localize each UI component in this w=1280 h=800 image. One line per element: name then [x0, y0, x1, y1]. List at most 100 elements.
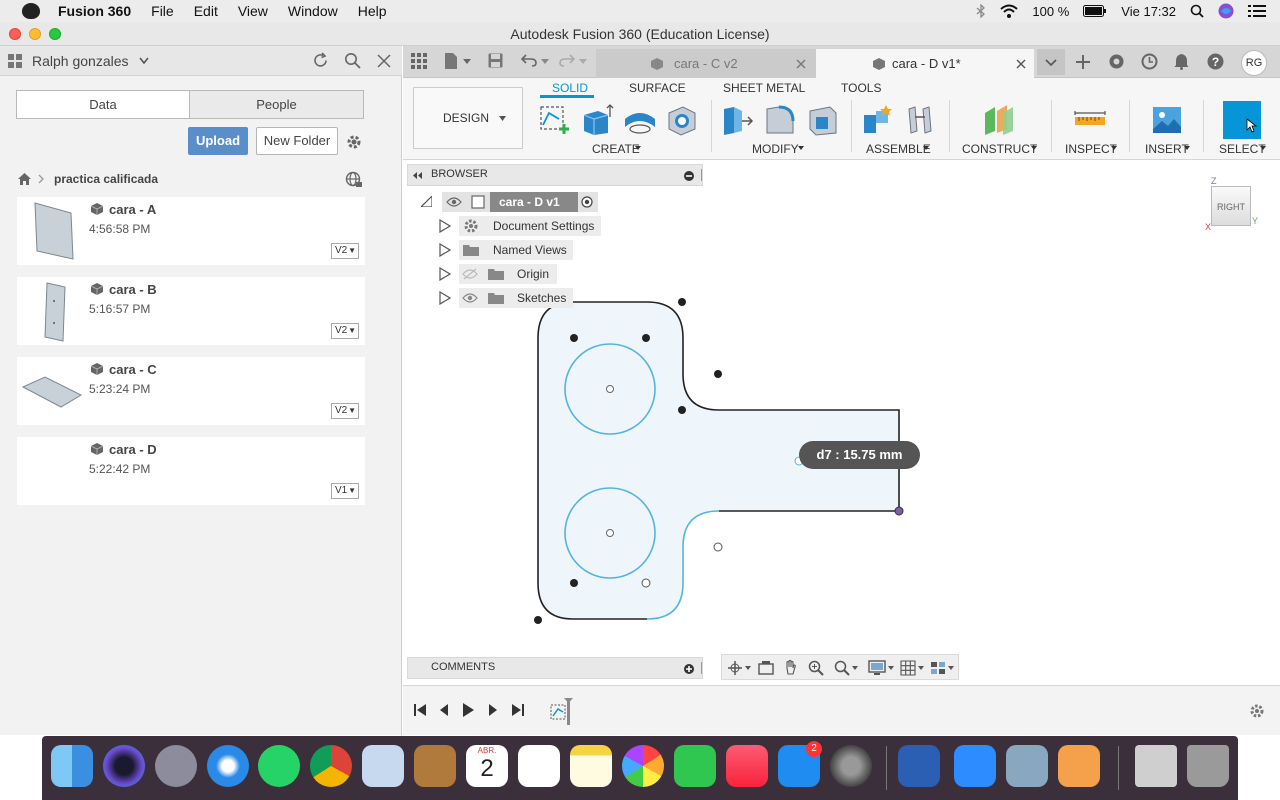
tab-tools[interactable]: TOOLS	[841, 81, 881, 95]
group-select[interactable]: SELECT	[1219, 142, 1266, 156]
chevron-down-icon[interactable]	[635, 146, 641, 150]
new-tab-plus-icon[interactable]	[1075, 54, 1091, 70]
chevron-down-icon[interactable]	[745, 666, 751, 670]
add-comment-icon[interactable]	[684, 664, 694, 674]
reminders-icon[interactable]	[518, 745, 560, 787]
sketch-profile[interactable]	[403, 160, 1280, 685]
chevron-down-icon[interactable]	[888, 666, 894, 670]
siri-icon[interactable]	[1218, 3, 1234, 19]
tab-sheet-metal[interactable]: SHEET METAL	[723, 81, 805, 95]
hole-icon[interactable]	[665, 103, 699, 137]
version-select[interactable]: V2 ▼	[331, 243, 359, 259]
mail-icon[interactable]	[362, 745, 404, 787]
panel-grip[interactable]	[701, 662, 702, 674]
zoom-app-icon[interactable]	[954, 745, 996, 787]
search-icon[interactable]	[344, 52, 361, 69]
close-icon[interactable]	[796, 59, 806, 69]
window-zoom-button[interactable]	[49, 28, 61, 40]
version-select[interactable]: V1 ▼	[331, 483, 359, 499]
revolve-icon[interactable]	[623, 103, 657, 137]
eye-hidden-icon[interactable]	[462, 268, 478, 280]
app-grid-icon[interactable]	[411, 53, 427, 69]
version-select[interactable]: V2 ▼	[331, 403, 359, 419]
browser-root-row[interactable]: cara - D v1	[442, 192, 598, 212]
measure-icon[interactable]	[1073, 103, 1107, 137]
chevron-down-icon[interactable]	[852, 666, 858, 670]
redo-icon[interactable]	[559, 54, 575, 67]
menu-view[interactable]: View	[238, 3, 268, 19]
file-card-cara-a[interactable]: cara - A 4:56:58 PM V2 ▼	[17, 197, 365, 265]
timeline-sketch-feature-icon[interactable]	[549, 698, 575, 726]
insert-image-icon[interactable]	[1150, 103, 1184, 137]
shell-icon[interactable]	[806, 103, 840, 137]
chevron-down-icon[interactable]	[923, 146, 929, 150]
save-icon[interactable]	[488, 53, 503, 68]
file-menu-icon[interactable]	[443, 52, 459, 70]
chevron-down-icon[interactable]	[463, 59, 471, 64]
expand-triangle-icon[interactable]	[439, 242, 452, 258]
menu-window[interactable]: Window	[288, 3, 338, 19]
battery-icon[interactable]	[1083, 5, 1107, 17]
viewports-icon[interactable]	[930, 660, 946, 676]
chevron-down-icon[interactable]	[948, 666, 954, 670]
photos-icon[interactable]	[622, 745, 664, 787]
apple-logo-icon[interactable]	[22, 3, 40, 19]
fillet-icon[interactable]	[763, 103, 797, 137]
press-pull-icon[interactable]	[720, 103, 754, 137]
design-canvas[interactable]: d7 : 15.75 mm BROWSER cara - D v1 Docume…	[403, 160, 1280, 685]
display-settings-icon[interactable]	[868, 660, 886, 676]
fit-zoom-icon[interactable]	[834, 660, 850, 676]
play-icon[interactable]	[461, 702, 475, 718]
new-component-icon[interactable]	[860, 103, 894, 137]
orbit-icon[interactable]	[727, 660, 743, 676]
wifi-icon[interactable]	[1000, 4, 1019, 18]
notes-icon[interactable]	[570, 745, 612, 787]
fusion-360-dock-icon[interactable]	[1058, 745, 1100, 787]
chrome-icon[interactable]	[310, 745, 352, 787]
team-grid-icon[interactable]	[8, 54, 24, 68]
gear-icon[interactable]	[345, 133, 363, 151]
window-close-button[interactable]	[9, 28, 21, 40]
facetime-icon[interactable]	[674, 745, 716, 787]
trash-icon[interactable]	[1187, 745, 1229, 787]
tab-people[interactable]: People	[189, 90, 364, 119]
file-card-cara-c[interactable]: cara - C 5:23:24 PM V2 ▼	[17, 357, 365, 425]
look-at-icon[interactable]	[758, 660, 774, 676]
offset-plane-icon[interactable]	[983, 103, 1017, 137]
skip-to-start-icon[interactable]	[413, 703, 427, 717]
whatsapp-icon[interactable]	[258, 745, 300, 787]
tab-cara-c[interactable]: cara - C v2	[596, 49, 816, 78]
browser-item-named-views[interactable]: Named Views	[459, 240, 573, 260]
refresh-icon[interactable]	[312, 52, 329, 69]
expand-triangle-icon[interactable]	[439, 218, 452, 234]
chevron-down-icon[interactable]	[579, 59, 587, 64]
eye-visibility-icon[interactable]	[446, 196, 462, 208]
notifications-bell-icon[interactable]	[1174, 53, 1189, 70]
job-status-icon[interactable]	[1141, 53, 1158, 70]
group-create[interactable]: CREATE	[592, 142, 640, 156]
menu-help[interactable]: Help	[358, 3, 387, 19]
tab-surface[interactable]: SURFACE	[629, 81, 686, 95]
zoom-icon[interactable]	[808, 660, 824, 676]
upload-button[interactable]: Upload	[188, 127, 248, 155]
calendar-icon[interactable]: ABR. 2	[466, 745, 508, 787]
chevron-down-icon[interactable]	[918, 666, 924, 670]
user-avatar[interactable]: RG	[1241, 50, 1267, 76]
create-sketch-icon[interactable]	[537, 103, 571, 137]
chevron-down-icon[interactable]	[1260, 146, 1266, 150]
timeline-settings-gear-icon[interactable]	[1249, 703, 1265, 719]
expand-origin[interactable]	[439, 266, 452, 282]
file-card-cara-d[interactable]: cara - D 5:22:42 PM V1 ▼	[17, 437, 365, 505]
bluetooth-icon[interactable]	[976, 4, 986, 18]
contacts-icon[interactable]	[414, 745, 456, 787]
extensions-icon[interactable]	[1108, 53, 1125, 70]
workspace-selector[interactable]: DESIGN	[413, 87, 523, 149]
expand-named-views[interactable]	[439, 242, 452, 258]
version-select[interactable]: V2 ▼	[331, 323, 359, 339]
chevron-down-icon[interactable]	[1184, 146, 1190, 150]
chevron-down-icon[interactable]	[798, 146, 804, 150]
close-icon[interactable]	[377, 54, 391, 68]
menu-edit[interactable]: Edit	[194, 3, 218, 19]
eye-visibility-icon[interactable]	[462, 292, 478, 304]
chevron-down-icon[interactable]	[1111, 146, 1117, 150]
